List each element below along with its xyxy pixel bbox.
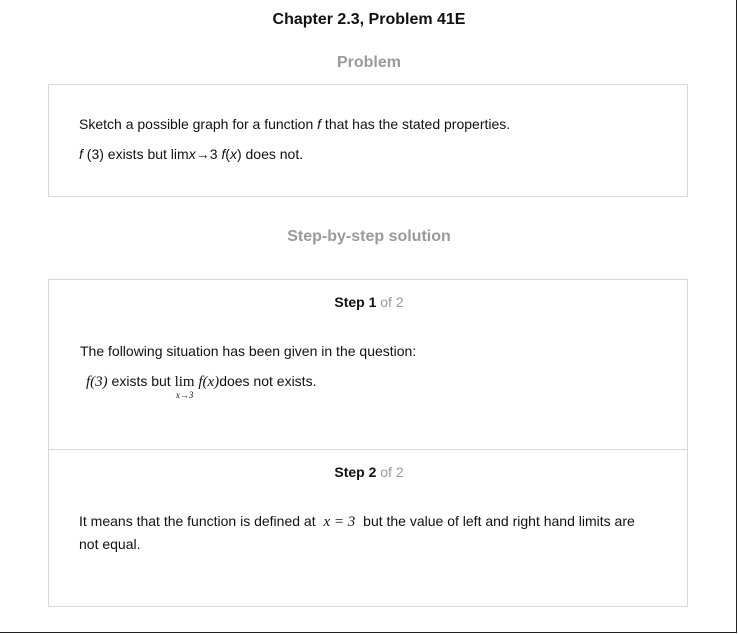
problem-text-2: that has the stated properties. — [321, 116, 511, 132]
cond-x2: x — [229, 146, 237, 162]
cond-mid: (3) exists but lim — [82, 146, 189, 162]
problem-text-1: Sketch a possible graph for a function — [79, 116, 318, 132]
problem-statement: Sketch a possible graph for a function f… — [79, 116, 510, 132]
cond-arrow: →3 — [195, 146, 222, 162]
step-1-label: Step 1 — [334, 294, 377, 310]
problem-heading: Problem — [336, 54, 401, 71]
step-2-count: of 2 — [376, 464, 404, 480]
step-1-header: Step 1 of 2 — [49, 294, 689, 310]
step-divider — [49, 449, 687, 450]
step-2-label: Step 2 — [334, 464, 377, 480]
step-1-end-text: does not exists. — [219, 373, 317, 389]
cond-x: x — [188, 146, 196, 162]
step-2-header: Step 2 of 2 — [49, 464, 689, 480]
chapter-title: Chapter 2.3, Problem 41E — [272, 11, 466, 28]
step-1-intro: The following situation has been given i… — [80, 343, 417, 359]
step-2-text-post: but the value of left and right hand lim… — [359, 513, 635, 529]
solution-heading: Step-by-step solution — [287, 228, 451, 245]
lim-subscript: x→3 — [175, 390, 194, 400]
step-1-math-line: f(3) exists but lim x→3 f(x)does not exi… — [86, 373, 317, 400]
math-x-equals-3: x = 3 — [323, 514, 356, 530]
math-f3: f(3) — [86, 374, 108, 390]
lim-function: f(x) — [194, 374, 220, 390]
problem-condition: f (3) exists but limx→3 f(x) does not. — [79, 146, 303, 162]
step-1-mid-text: exists but — [107, 373, 175, 389]
step-2-line-2: not equal. — [79, 536, 141, 552]
step-2-text-pre: It means that the function is defined at — [79, 513, 320, 529]
problem-box: Sketch a possible graph for a function f… — [48, 84, 688, 197]
solution-box: Step 1 of 2 The following situation has … — [48, 279, 688, 607]
limit-expression: lim x→3 — [174, 374, 195, 400]
cond-tail: ) does not. — [236, 146, 304, 162]
step-2-line-1: It means that the function is defined at… — [79, 513, 635, 531]
lim-operator: lim — [174, 374, 195, 390]
step-1-count: of 2 — [376, 294, 404, 310]
